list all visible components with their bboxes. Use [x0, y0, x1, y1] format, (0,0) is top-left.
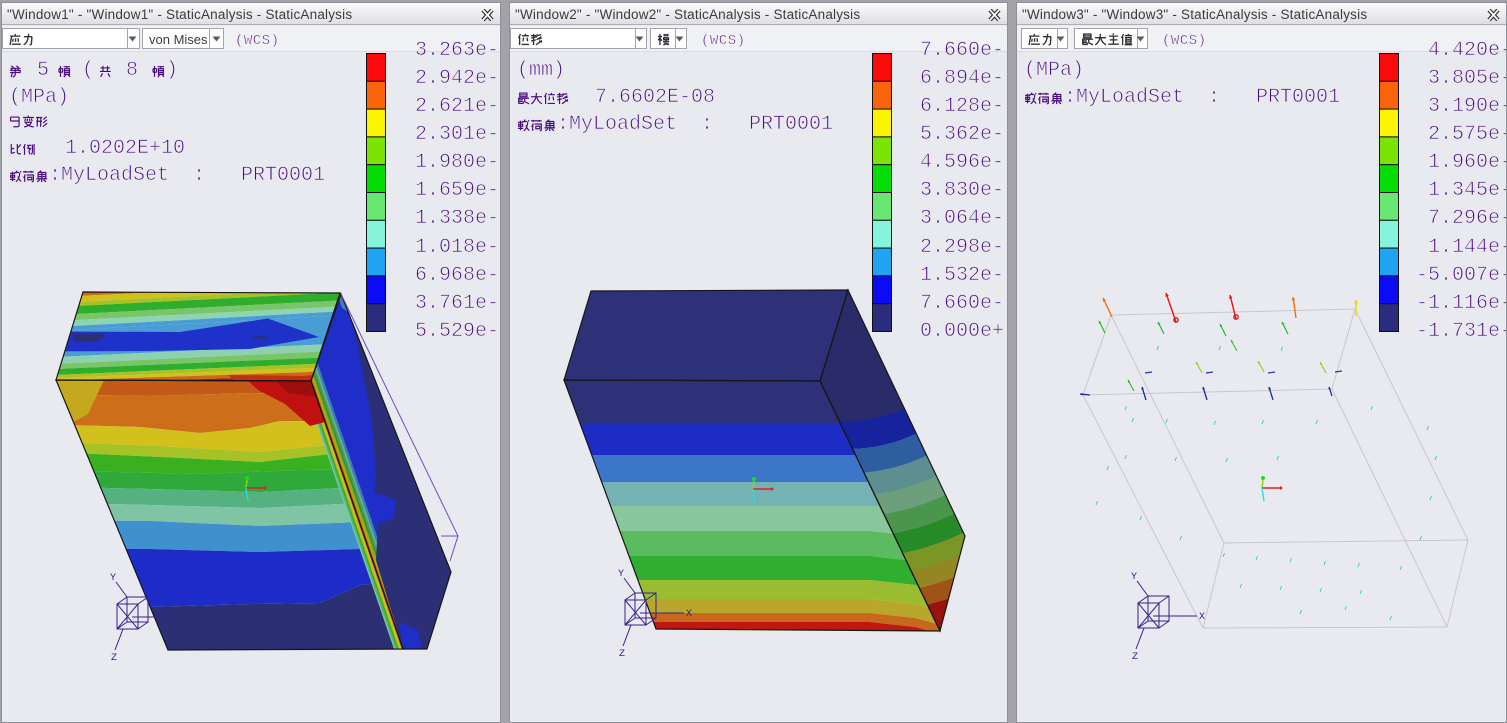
svg-text:Y: Y: [618, 569, 624, 580]
svg-text:Z: Z: [111, 653, 117, 664]
svg-text:X: X: [686, 609, 692, 620]
svg-text:Y: Y: [1131, 572, 1137, 583]
svg-text:Z: Z: [619, 649, 625, 660]
svg-text:X: X: [178, 613, 184, 624]
svg-text:X: X: [1199, 612, 1205, 623]
svg-text:Z: Z: [1132, 652, 1138, 663]
svg-text:Y: Y: [110, 573, 116, 584]
